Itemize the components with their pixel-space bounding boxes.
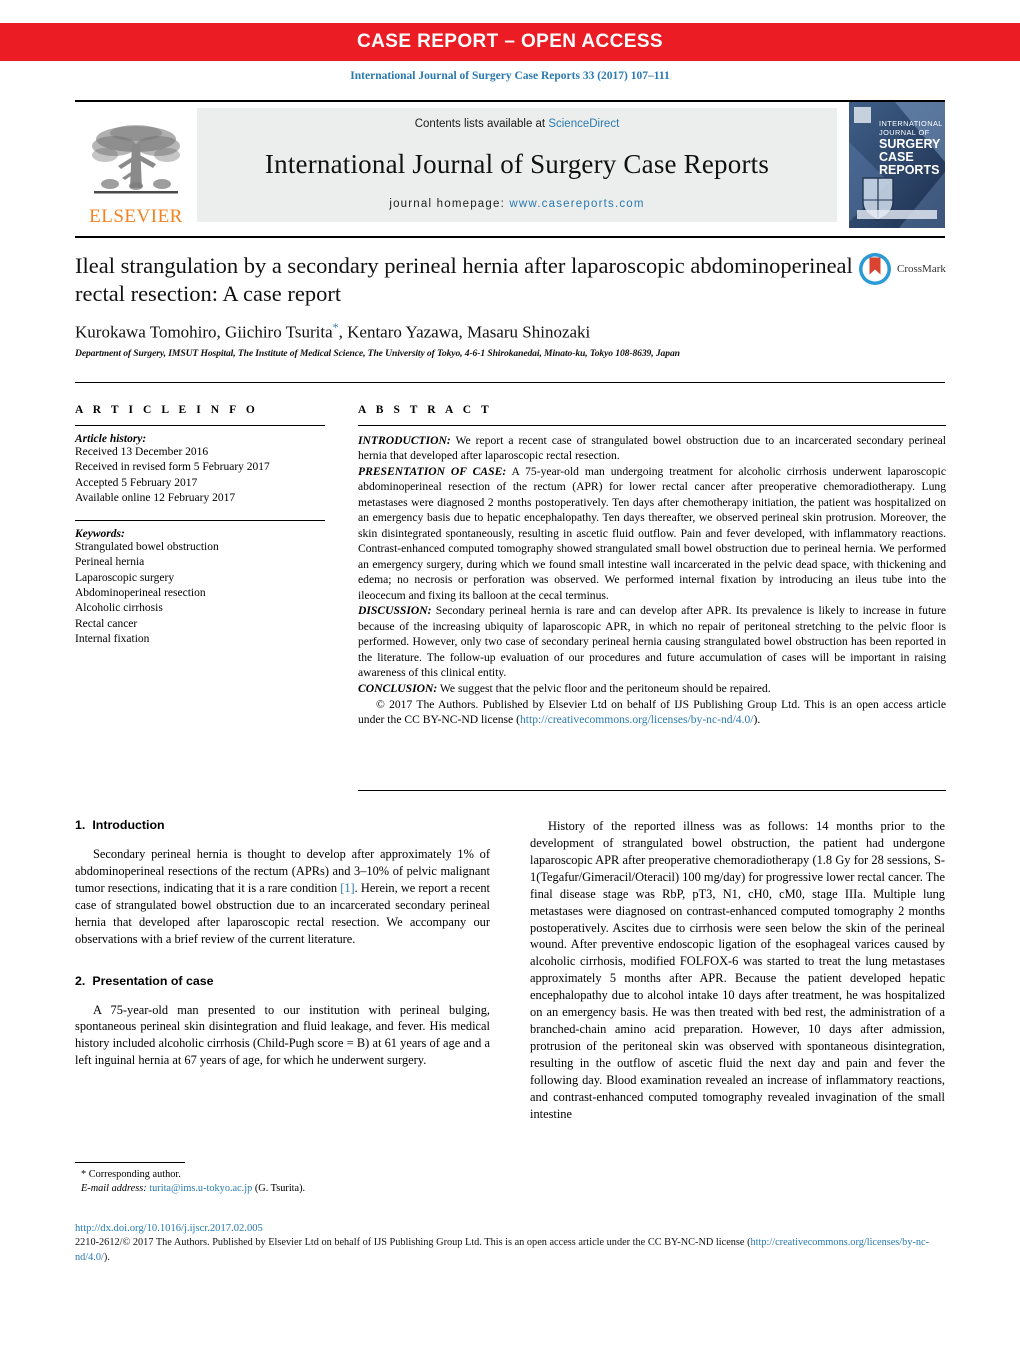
abstract-section-text: A 75-year-old man undergoing treatment f…: [358, 464, 946, 602]
svg-text:CASE: CASE: [879, 150, 914, 164]
keyword-item: Perineal hernia: [75, 556, 145, 569]
abstract-section: CONCLUSION: We suggest that the pelvic f…: [358, 681, 946, 696]
email-link[interactable]: turita@ims.u-tokyo.ac.jp: [149, 1183, 252, 1194]
abstract-section-text: Secondary perineal hernia is rare and ca…: [358, 604, 946, 680]
keywords-label: Keywords:: [75, 528, 125, 541]
journal-cover-thumbnail: INTERNATIONAL JOURNAL OF SURGERY CASE RE…: [837, 102, 945, 228]
abstract-section-label: PRESENTATION OF CASE:: [358, 464, 507, 478]
corresponding-author-footnote: * Corresponding author. E-mail address: …: [75, 1162, 490, 1196]
elsevier-tree-icon: [92, 125, 180, 194]
footnote-rule: [75, 1162, 185, 1163]
abstract-section: DISCUSSION: Secondary perineal hernia is…: [358, 603, 946, 680]
introduction-paragraph: Secondary perineal hernia is thought to …: [75, 846, 490, 948]
article-history-label: Article history:: [75, 433, 147, 445]
article-info-heading: A R T I C L E I N F O: [75, 404, 259, 416]
section-heading-introduction: 1. Introduction: [75, 818, 490, 832]
section-number: 1.: [75, 818, 86, 832]
email-label: E-mail address:: [81, 1182, 147, 1194]
cc-license-link[interactable]: http://creativecommons.org/licenses/by-n…: [520, 713, 754, 726]
keyword-item: Abdominoperineal resection: [75, 586, 206, 599]
body-right-column: History of the reported illness was as f…: [530, 818, 945, 1123]
homepage-link[interactable]: www.casereports.com: [509, 198, 644, 210]
elsevier-logo: ELSEVIER: [75, 102, 197, 228]
section-number: 2.: [75, 973, 86, 988]
author-names-tail: , Kentaro Yazawa, Masaru Shinozaki: [338, 322, 591, 342]
info-section-top-rule: [75, 382, 945, 383]
abstract-section: INTRODUCTION: We report a recent case of…: [358, 433, 946, 464]
elsevier-wordmark: ELSEVIER: [89, 206, 183, 227]
license-statement: 2210-2612/© 2017 The Authors. Published …: [75, 1236, 945, 1264]
footer-license-block: http://dx.doi.org/10.1016/j.ijscr.2017.0…: [75, 1222, 945, 1265]
section-title: Presentation of case: [92, 973, 214, 988]
copyright-suffix: ).: [753, 713, 761, 727]
masthead-center-panel: Contents lists available at ScienceDirec…: [197, 108, 837, 222]
keyword-item: Alcoholic cirrhosis: [75, 602, 163, 615]
author-affiliation: Department of Surgery, IMSUT Hospital, T…: [75, 348, 680, 359]
history-paragraph: History of the reported illness was as f…: [530, 819, 945, 1121]
crossmark-icon: [859, 253, 891, 285]
keyword-item: Rectal cancer: [75, 617, 138, 630]
contents-available-line: Contents lists available at ScienceDirec…: [415, 118, 620, 130]
author-names: Kurokawa Tomohiro, Giichiro Tsurita: [75, 322, 333, 342]
abstract-rule: [358, 425, 946, 426]
email-attribution: (G. Tsurita).: [254, 1182, 306, 1194]
journal-cover-image: INTERNATIONAL JOURNAL OF SURGERY CASE RE…: [849, 102, 945, 228]
abstract-section-text: We suggest that the pelvic floor and the…: [437, 681, 771, 695]
article-info-column: A R T I C L E I N F O Article history: R…: [75, 404, 325, 647]
title-area: Ileal strangulation by a secondary perin…: [75, 252, 865, 309]
keyword-item: Internal fixation: [75, 632, 150, 645]
section-title: Introduction: [92, 818, 165, 832]
crossmark-badge[interactable]: CrossMark: [858, 252, 946, 286]
svg-text:SURGERY: SURGERY: [879, 137, 941, 151]
keywords-rule: [75, 520, 325, 522]
keyword-item: Laparoscopic surgery: [75, 571, 175, 584]
doi-link[interactable]: http://dx.doi.org/10.1016/j.ijscr.2017.0…: [75, 1222, 945, 1236]
crossmark-label: CrossMark: [897, 263, 946, 275]
sciencedirect-link[interactable]: ScienceDirect: [548, 118, 619, 130]
author-list: Kurokawa Tomohiro, Giichiro Tsurita*, Ke…: [75, 320, 875, 343]
section-heading-presentation: 2. Presentation of case: [75, 974, 490, 988]
abstract-section-label: INTRODUCTION:: [358, 434, 451, 447]
abstract-copyright: © 2017 The Authors. Published by Elsevie…: [358, 697, 946, 728]
journal-citation-line: International Journal of Surgery Case Re…: [350, 70, 670, 82]
banner-label: CASE REPORT – OPEN ACCESS: [357, 31, 663, 52]
contents-prefix: Contents lists available at: [414, 118, 549, 130]
corresponding-author-line: * Corresponding author.: [81, 1169, 181, 1180]
svg-text:JOURNAL OF: JOURNAL OF: [879, 128, 930, 137]
presentation-paragraph: A 75-year-old man presented to our insti…: [75, 1002, 490, 1068]
citation-ref-1[interactable]: [1]: [340, 881, 354, 895]
abstract-column: A B S T R A C T INTRODUCTION: We report …: [358, 404, 946, 740]
body-left-column: 1. Introduction Secondary perineal hernia…: [75, 818, 490, 1069]
license-prefix: 2210-2612/© 2017 The Authors. Published …: [75, 1237, 751, 1249]
license-suffix: ).: [103, 1251, 110, 1263]
journal-title: International Journal of Surgery Case Re…: [264, 148, 770, 179]
history-item: Accepted 5 February 2017: [75, 476, 198, 489]
journal-masthead: ELSEVIER Contents lists available at Sci…: [75, 100, 945, 228]
svg-text:REPORTS: REPORTS: [879, 163, 939, 177]
history-item: Available online 12 February 2017: [75, 491, 236, 504]
masthead-bottom-rule: [75, 236, 945, 238]
abstract-section: PRESENTATION OF CASE: A 75-year-old man …: [358, 464, 946, 603]
keyword-item: Strangulated bowel obstruction: [75, 541, 219, 554]
abstract-section-label: DISCUSSION:: [358, 604, 432, 618]
email-line: E-mail address: turita@ims.u-tokyo.ac.jp…: [75, 1182, 490, 1196]
abstract-section-label: CONCLUSION:: [358, 681, 438, 695]
open-access-banner: CASE REPORT – OPEN ACCESS: [0, 23, 1020, 61]
abstract-heading: A B S T R A C T: [358, 404, 493, 416]
history-item: Received in revised form 5 February 2017: [75, 461, 270, 474]
journal-homepage-line: journal homepage: www.casereports.com: [389, 198, 644, 210]
homepage-prefix: journal homepage:: [389, 198, 510, 210]
page-title: Ileal strangulation by a secondary perin…: [75, 253, 853, 307]
svg-text:INTERNATIONAL: INTERNATIONAL: [879, 119, 943, 128]
history-item: Received 13 December 2016: [75, 446, 209, 458]
article-info-rule: [75, 425, 325, 426]
abstract-bottom-rule: [358, 790, 946, 791]
